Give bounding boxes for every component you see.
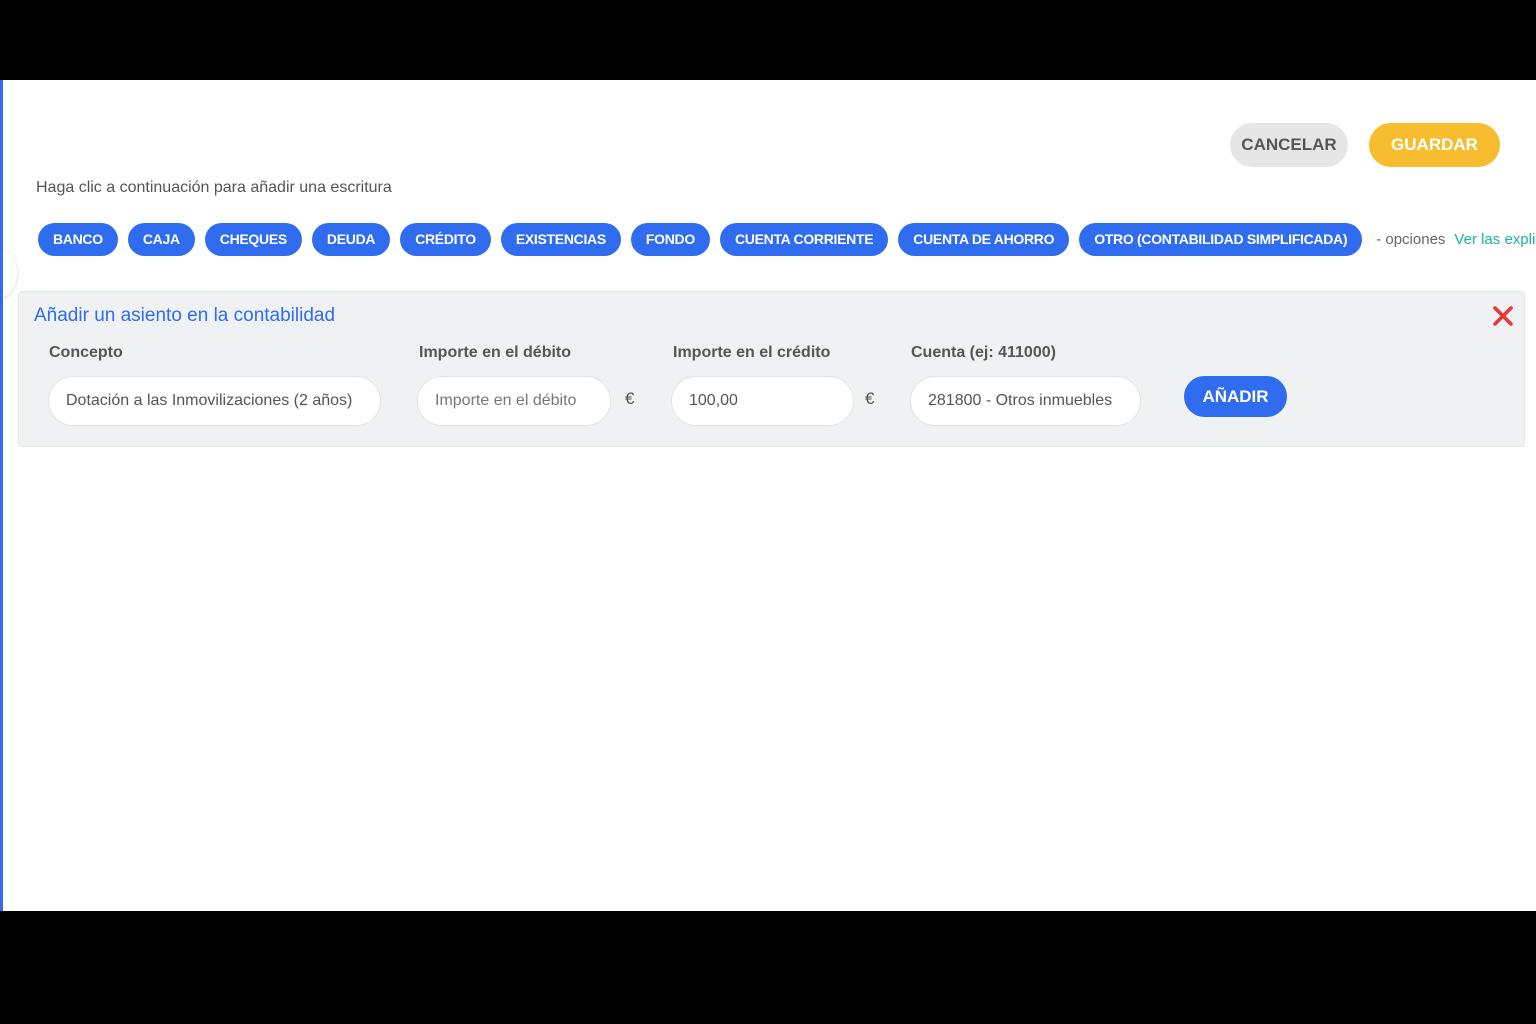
chip-fondo[interactable]: FONDO bbox=[630, 223, 710, 256]
chip-cuenta-corriente[interactable]: CUENTA CORRIENTE bbox=[719, 223, 889, 256]
options-text: - opciones bbox=[1376, 231, 1446, 248]
letterbox-top bbox=[0, 0, 1536, 80]
concept-label: Concepto bbox=[49, 344, 123, 361]
credit-label: Importe en el crédito bbox=[673, 344, 831, 361]
debit-label: Importe en el débito bbox=[419, 344, 572, 361]
chip-cuenta-de-ahorro[interactable]: CUENTA DE AHORRO bbox=[898, 223, 1070, 256]
chip-deuda[interactable]: DEUDA bbox=[311, 223, 391, 256]
chip-cheques[interactable]: CHEQUES bbox=[204, 223, 302, 256]
panel-title: Añadir un asiento en la contabilidad bbox=[34, 305, 336, 326]
explanations-link[interactable]: Ver las explicaciones bbox=[1454, 231, 1536, 248]
credit-input[interactable] bbox=[671, 376, 854, 426]
cancel-button[interactable]: CANCELAR bbox=[1230, 123, 1348, 167]
account-label: Cuenta (ej: 411000) bbox=[911, 344, 1056, 361]
side-panel-handle[interactable] bbox=[3, 248, 17, 298]
credit-currency: € bbox=[865, 389, 875, 408]
chip-banco[interactable]: BANCO bbox=[38, 223, 118, 256]
chip-existencias[interactable]: EXISTENCIAS bbox=[500, 223, 621, 256]
add-entry-button[interactable]: AÑADIR bbox=[1184, 376, 1287, 417]
save-button[interactable]: GUARDAR bbox=[1369, 123, 1500, 167]
chip-caja[interactable]: CAJA bbox=[127, 223, 195, 256]
add-entry-panel: Añadir un asiento en la contabilidad Con… bbox=[18, 291, 1525, 447]
debit-currency: € bbox=[625, 389, 635, 408]
instruction-text: Haga clic a continuación para añadir una… bbox=[36, 179, 392, 196]
chip-otro[interactable]: OTRO (CONTABILIDAD SIMPLIFICADA) bbox=[1079, 223, 1363, 256]
debit-input[interactable] bbox=[417, 376, 611, 426]
page: CANCELAR GUARDAR Haga clic a continuació… bbox=[0, 80, 1536, 911]
chip-credito[interactable]: CRÉDITO bbox=[400, 223, 491, 256]
account-input[interactable] bbox=[910, 376, 1141, 426]
close-icon[interactable] bbox=[1491, 304, 1515, 328]
entry-type-chips: BANCO CAJA CHEQUES DEUDA CRÉDITO EXISTEN… bbox=[38, 223, 1536, 256]
letterbox-bottom bbox=[0, 911, 1536, 1024]
concept-input[interactable] bbox=[48, 376, 381, 426]
